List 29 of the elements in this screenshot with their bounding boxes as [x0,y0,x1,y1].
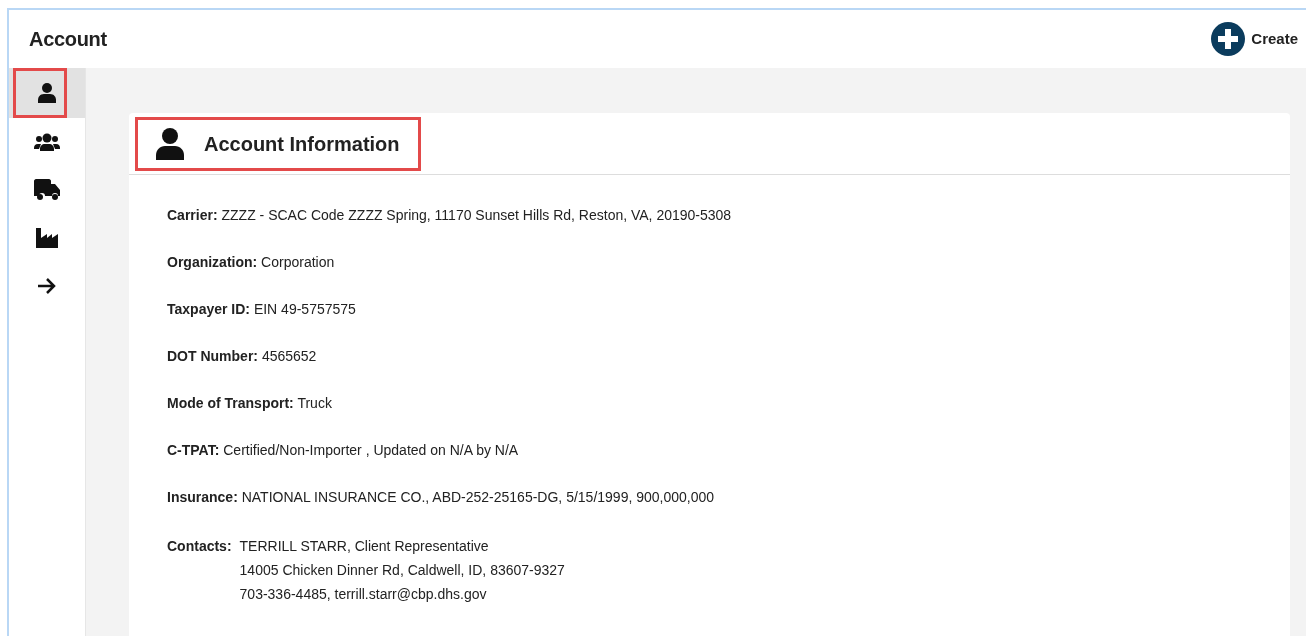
truck-icon [34,179,60,201]
field-value: ZZZZ - SCAC Code ZZZZ Spring, 11170 Sunset Hills Rd, Reston, VA, 20190-5308 [220,207,732,223]
person-icon [156,127,184,160]
field-value: Truck [296,395,332,411]
contact-line: TERRILL STARR, Client Representative [239,537,489,556]
arrow-icon [37,277,57,295]
contact-line: 14005 Chicken Dinner Rd, Caldwell, ID, 83607-9327 [239,561,565,580]
sidebar-item[interactable] [9,68,85,118]
field-label: Organization: [167,254,258,270]
field-label: Insurance: [167,489,238,505]
field-label: DOT Number: [167,348,258,364]
contact-line: 703-336-4485, terrill.starr@cbp.dhs.gov [239,585,487,604]
field-label: Mode of Transport: [167,395,294,411]
card-title: Account Information [204,131,400,157]
field-label: Taxpayer ID: [167,301,250,317]
field-value: Corporation [260,254,335,270]
field-value: 4565652 [260,348,317,364]
field-label: C-TPAT: [167,442,220,458]
field-label: Carrier: [167,207,218,223]
field-value: NATIONAL INSURANCE CO., ABD-252-25165-DG, 5/15/1999, 900,000,000 [240,489,715,505]
plus-icon [1211,22,1246,56]
field-label: Contacts: [167,537,232,556]
create-button[interactable]: Create [1211,22,1298,56]
field-value: EIN 49-5757575 [252,301,356,317]
page-title: Account [29,27,107,52]
field-value: Certified/Non-Importer , Updated on N/A by N/A [222,442,519,458]
person-icon [38,83,56,103]
group-icon [34,133,60,151]
factory-icon [36,228,58,248]
